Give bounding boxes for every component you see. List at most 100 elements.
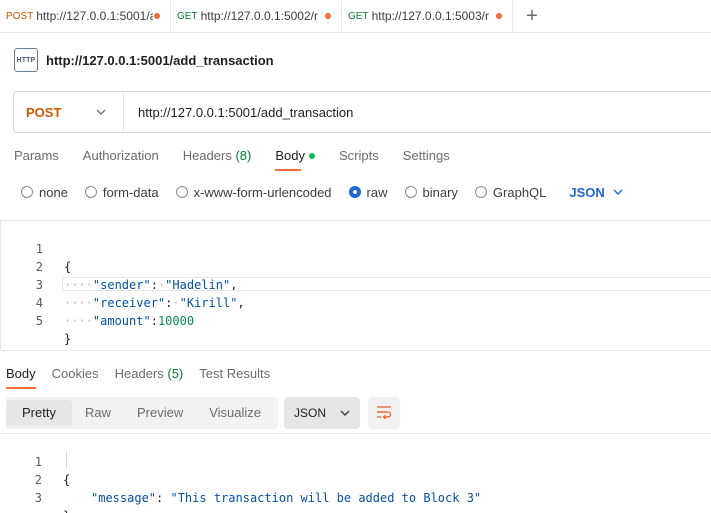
body-type-graphql-label: GraphQL — [492, 184, 547, 200]
radio-icon — [21, 186, 33, 198]
tab-settings[interactable]: Settings — [403, 148, 450, 171]
whitespace-marker: ···· — [64, 314, 93, 328]
body-type-urlencoded[interactable]: x-www-form-urlencoded — [175, 184, 332, 200]
response-tabs: Body Cookies Headers (5) Test Results — [6, 366, 286, 389]
body-type-none-label: none — [39, 184, 68, 200]
code-line: 2 "message": "This transaction will be a… — [0, 453, 481, 505]
line-number: 5 — [35, 314, 43, 328]
code-line: 5 } — [1, 294, 71, 346]
code-text: ····"amount":10000 — [64, 314, 195, 328]
http-icon: HTTP — [14, 48, 38, 72]
response-tab-headers-label: Headers — [114, 366, 164, 381]
radio-icon — [175, 186, 188, 198]
code-line: 4 ····"amount":10000 — [1, 276, 194, 328]
tab-scripts[interactable]: Scripts — [339, 148, 379, 171]
unsaved-dot-icon — [496, 13, 502, 19]
view-raw[interactable]: Raw — [72, 400, 124, 426]
response-body-viewer[interactable]: 1 { 2 "message": "This transaction will … — [0, 433, 711, 513]
radio-selected-icon — [348, 186, 361, 198]
tab-method: GET — [177, 10, 198, 22]
response-tab-body[interactable]: Body — [6, 366, 36, 389]
code-line: 1 { — [1, 222, 71, 274]
raw-format-value: JSON — [569, 184, 605, 200]
body-type-binary[interactable]: binary — [404, 184, 458, 200]
response-tab-headers[interactable]: Headers (5) — [115, 366, 184, 389]
response-tab-cookies[interactable]: Cookies — [52, 366, 99, 389]
code-text: { — [64, 260, 72, 274]
line-number: 3 — [34, 491, 42, 505]
tab-url: http://127.0.0.1:5001/ac — [36, 9, 154, 23]
json-key: "amount" — [92, 314, 151, 328]
body-type-raw-label: raw — [366, 184, 388, 200]
code-line: 1 { — [0, 435, 70, 487]
tab-method: POST — [6, 10, 34, 22]
body-indicator-dot-icon — [308, 152, 315, 159]
tab-headers[interactable]: Headers (8) — [183, 148, 252, 171]
whitespace-marker: ···· — [64, 296, 93, 310]
request-tab-2[interactable]: GET http://127.0.0.1:5002/rep — [171, 0, 342, 32]
headers-count: (8) — [235, 148, 252, 163]
request-tab-1[interactable]: POST http://127.0.0.1:5001/ac — [0, 0, 171, 32]
body-type-graphql[interactable]: GraphQL — [474, 184, 547, 200]
request-title[interactable]: http://127.0.0.1:5001/add_transaction — [46, 53, 274, 68]
method-select[interactable]: POST — [14, 92, 124, 132]
unsaved-dot-icon — [325, 13, 331, 19]
json-key: "receiver" — [92, 296, 166, 310]
radio-icon — [84, 186, 97, 198]
code-text: { — [63, 473, 71, 487]
response-view-segment: Pretty Raw Preview Visualize — [6, 397, 279, 429]
radio-icon — [474, 186, 487, 198]
chevron-down-icon — [613, 187, 623, 198]
body-type-raw[interactable]: raw — [348, 184, 388, 200]
code-line: 3 } — [0, 471, 70, 513]
code-text: "message": "This transaction will be add… — [91, 491, 482, 505]
json-value: "This transaction will be added to Block… — [170, 491, 482, 505]
response-format-value: JSON — [294, 406, 327, 420]
raw-format-select[interactable]: JSON — [569, 184, 623, 200]
active-line-highlight — [62, 277, 711, 291]
body-type-form-data[interactable]: form-data — [84, 184, 159, 200]
code-text: ····"receiver":·"Kirill", — [64, 296, 245, 310]
response-format-select[interactable]: JSON — [284, 397, 361, 429]
json-key: "message" — [91, 491, 157, 505]
code-line: 3 ····"receiver":·"Kirill", — [1, 258, 245, 310]
tab-body-label: Body — [275, 148, 305, 163]
chevron-down-icon — [96, 107, 106, 118]
tab-url: http://127.0.0.1:5003/rep — [371, 9, 489, 23]
radio-icon — [404, 186, 417, 198]
body-type-none[interactable]: none — [21, 185, 68, 200]
tab-url: http://127.0.0.1:5002/rep — [200, 9, 318, 23]
request-tab-3[interactable]: GET http://127.0.0.1:5003/rep — [342, 0, 513, 32]
whitespace-marker: · — [172, 296, 180, 310]
tab-params[interactable]: Params — [14, 148, 59, 171]
tab-headers-label: Headers — [182, 148, 232, 163]
json-value: "Kirill" — [179, 296, 238, 310]
new-tab-button[interactable]: + — [513, 0, 551, 32]
url-input[interactable]: http://127.0.0.1:5001/add_transaction — [124, 105, 353, 120]
tab-authorization[interactable]: Authorization — [83, 148, 159, 171]
tab-body[interactable]: Body — [275, 148, 315, 171]
wrap-lines-icon — [376, 405, 392, 422]
method-value: POST — [26, 104, 62, 120]
response-toolbar: Pretty Raw Preview Visualize JSON — [6, 397, 401, 429]
body-type-options: none form-data x-www-form-urlencoded raw… — [21, 184, 623, 200]
request-tabs: Params Authorization Headers (8) Body Sc… — [14, 148, 474, 171]
indent-guide — [66, 451, 67, 469]
code-text: } — [63, 507, 70, 513]
request-tab-strip: POST http://127.0.0.1:5001/ac GET http:/… — [0, 0, 711, 33]
view-preview[interactable]: Preview — [124, 400, 196, 426]
response-tab-test-results[interactable]: Test Results — [199, 366, 270, 389]
response-headers-count: (5) — [167, 366, 184, 381]
body-type-binary-label: binary — [422, 184, 458, 200]
code-text: } — [64, 332, 72, 346]
view-pretty[interactable]: Pretty — [6, 400, 72, 426]
view-visualize[interactable]: Visualize — [196, 400, 274, 426]
unsaved-dot-icon — [154, 13, 160, 19]
request-header: HTTP http://127.0.0.1:5001/add_transacti… — [14, 47, 274, 73]
url-bar: POST http://127.0.0.1:5001/add_transacti… — [13, 91, 711, 133]
wrap-lines-button[interactable] — [368, 397, 401, 429]
body-type-form-data-label: form-data — [102, 184, 159, 200]
body-type-urlencoded-label: x-www-form-urlencoded — [193, 184, 332, 200]
json-value: 10000 — [157, 314, 195, 328]
tab-method: GET — [348, 10, 369, 22]
